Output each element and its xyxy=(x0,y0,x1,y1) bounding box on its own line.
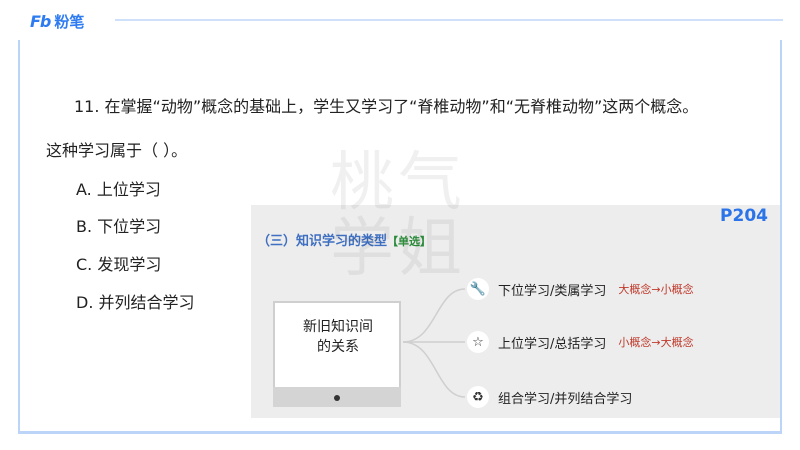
node-note: 大概念→小概念 xyxy=(618,283,694,296)
node-label: 上位学习/总括学习 xyxy=(498,336,607,352)
brand-logo: Fb 粉笔 xyxy=(30,11,84,32)
center-concept: 新旧知识间的关系 xyxy=(303,319,373,355)
brand-name: 粉笔 xyxy=(54,13,85,31)
star-icon: ☆ xyxy=(467,331,489,353)
watermark: 桃气学姐 xyxy=(330,146,466,286)
question-line-2: 这种学习属于（ ）。 xyxy=(46,141,188,160)
mindmap-node-combinatorial: ♻ 组合学习/并列结合学习 xyxy=(467,386,632,408)
monitor-screen: 新旧知识间的关系 xyxy=(273,301,401,387)
option-a[interactable]: A. 上位学习 xyxy=(76,176,161,200)
mindmap-node-subordinate: 🔧 下位学习/类属学习 大概念→小概念 xyxy=(467,278,694,300)
monitor-bezel xyxy=(273,387,401,407)
recycle-icon: ♻ xyxy=(467,386,489,408)
monitor-graphic: 新旧知识间的关系 xyxy=(273,301,401,407)
power-dot xyxy=(334,395,340,401)
brand-mark: Fb xyxy=(30,12,51,31)
question-line-1: 11. 在掌握“动物”概念的基础上，学生又学习了“脊椎动物”和“无脊椎动物”这两… xyxy=(74,97,699,116)
node-label: 组合学习/并列结合学习 xyxy=(498,391,633,407)
option-b[interactable]: B. 下位学习 xyxy=(76,213,161,237)
mindmap-node-superordinate: ☆ 上位学习/总括学习 小概念→大概念 xyxy=(467,331,694,353)
node-label: 下位学习/类属学习 xyxy=(498,283,607,299)
option-c[interactable]: C. 发现学习 xyxy=(76,251,161,275)
option-d[interactable]: D. 并列结合学习 xyxy=(76,289,195,313)
node-note: 小概念→大概念 xyxy=(618,336,694,349)
wrench-icon: 🔧 xyxy=(467,278,489,300)
header-rule xyxy=(115,19,783,21)
